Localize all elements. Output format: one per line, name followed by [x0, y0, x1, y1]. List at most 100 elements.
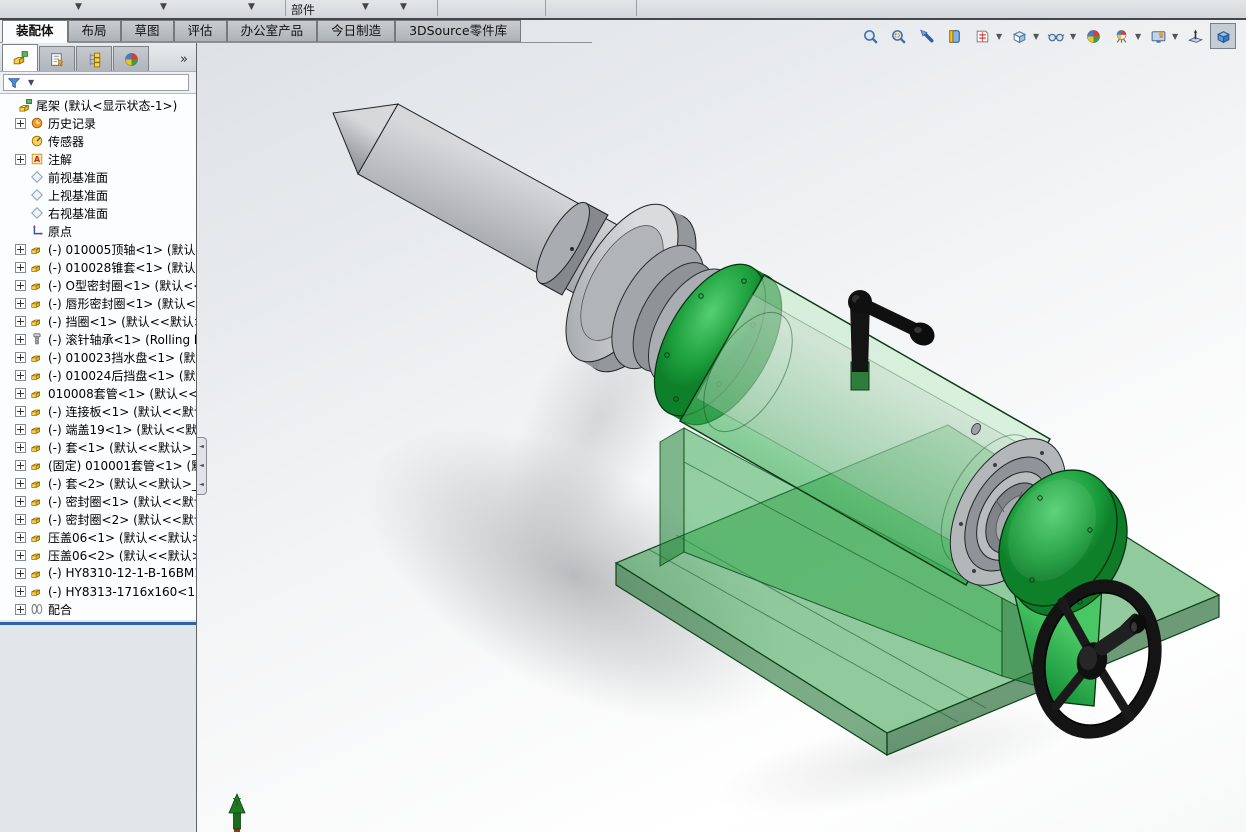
- tree-item-part[interactable]: (-) 密封圈<2> (默认<<默认>_显示状态 1>): [0, 510, 196, 528]
- panel-overflow-button[interactable]: »: [180, 52, 194, 71]
- part-icon: [29, 403, 45, 419]
- tree-item-part[interactable]: (-) 010024后挡盘<1> (默认<<默认>_显示状态 1>): [0, 366, 196, 384]
- tab-评估[interactable]: 评估: [173, 20, 227, 42]
- tree-item-plane[interactable]: 右视基准面: [0, 204, 196, 222]
- section-view-icon[interactable]: [941, 23, 967, 49]
- tree-item-annotation[interactable]: A 注解: [0, 150, 196, 168]
- apply-scene-icon[interactable]: [1108, 23, 1134, 49]
- dropdown-arrow-icon[interactable]: ▼: [362, 2, 369, 12]
- zoom-to-area-icon[interactable]: [885, 23, 911, 49]
- dropdown-arrow-icon[interactable]: ▼: [160, 2, 167, 12]
- expand-icon[interactable]: [15, 549, 26, 561]
- tree-item-assembly[interactable]: 尾架 (默认<显示状态-1>): [0, 96, 196, 114]
- expand-icon[interactable]: [15, 477, 26, 489]
- dropdown-arrow-icon[interactable]: ▼: [1070, 32, 1078, 41]
- tree-item-part[interactable]: (-) 套<2> (默认<<默认>_显示状态 1>): [0, 474, 196, 492]
- view-settings-icon[interactable]: [1145, 23, 1171, 49]
- panel-splitter-handle[interactable]: ◄ ◄ ◄: [197, 437, 207, 495]
- mates-icon: [29, 601, 45, 617]
- tree-item-mates[interactable]: 配合: [0, 600, 196, 618]
- dropdown-arrow-icon[interactable]: ▼: [75, 2, 82, 12]
- expand-icon[interactable]: [15, 531, 26, 543]
- expand-icon[interactable]: [15, 297, 26, 309]
- part-icon: [29, 439, 45, 455]
- zoom-to-fit-icon[interactable]: [857, 23, 883, 49]
- displaymanager-tab-icon[interactable]: [113, 46, 149, 71]
- view-cube-icon[interactable]: [1210, 23, 1236, 49]
- featuremanager-filter[interactable]: ▼: [0, 72, 196, 94]
- tree-item-part[interactable]: 压盖06<2> (默认<<默认>_显示状态 1>): [0, 546, 196, 564]
- edit-appearance-icon[interactable]: [1080, 23, 1106, 49]
- part-icon: [29, 547, 45, 563]
- expand-icon[interactable]: [15, 567, 26, 579]
- expand-icon[interactable]: [15, 405, 26, 417]
- tab-3DSource零件库[interactable]: 3DSource零件库: [395, 20, 522, 42]
- expand-icon[interactable]: [15, 513, 26, 525]
- dropdown-arrow-icon[interactable]: ▼: [1172, 32, 1180, 41]
- expand-icon[interactable]: [15, 333, 26, 345]
- dropdown-arrow-icon[interactable]: ▼: [996, 32, 1004, 41]
- tree-item-part[interactable]: (-) 连接板<1> (默认<<默认>_显示状态 1>): [0, 402, 196, 420]
- expand-icon[interactable]: [15, 369, 26, 381]
- expand-icon[interactable]: [15, 585, 26, 597]
- part-icon: [29, 295, 45, 311]
- tree-item-history[interactable]: 历史记录: [0, 114, 196, 132]
- tree-item-part[interactable]: (-) 密封圈<1> (默认<<默认>_显示状态 1>): [0, 492, 196, 510]
- tree-item-part[interactable]: (-) HY8310-12-1-B-16BM16<1>: [0, 564, 196, 582]
- tree-item-sensor[interactable]: 传感器: [0, 132, 196, 150]
- tree-item-part[interactable]: (-) 唇形密封圈<1> (默认<<默认>_显示状态 1>): [0, 294, 196, 312]
- graphics-viewport[interactable]: Y ▼ ▼ ▼ ▼ ▼ ▼: [197, 18, 1246, 832]
- expand-icon[interactable]: [15, 279, 26, 291]
- dropdown-arrow-icon[interactable]: ▼: [1135, 32, 1143, 41]
- 3d-drawing-view-icon[interactable]: [1182, 23, 1208, 49]
- dropdown-arrow-icon[interactable]: ▼: [1033, 32, 1041, 41]
- expand-icon[interactable]: [15, 351, 26, 363]
- tree-item-bolt[interactable]: (-) 滚针轴承<1> (Rolling bearing): [0, 330, 196, 348]
- model-3d-view[interactable]: Y: [197, 18, 1246, 832]
- expand-icon[interactable]: [15, 387, 26, 399]
- tree-item-part[interactable]: (-) HY8313-1716x160<1> (默认): [0, 582, 196, 600]
- expand-icon[interactable]: [15, 153, 26, 165]
- tree-item-part[interactable]: (-) O型密封圈<1> (默认<<默认>_显示状态 1>): [0, 276, 196, 294]
- tree-item-plane[interactable]: 前视基准面: [0, 168, 196, 186]
- tree-item-part[interactable]: (-) 端盖19<1> (默认<<默认>_显示状态 1>): [0, 420, 196, 438]
- tree-item-part[interactable]: (固定) 010001套管<1> (默认<<默认>_显示状态 1>): [0, 456, 196, 474]
- tree-item-part[interactable]: (-) 010023挡水盘<1> (默认<<默认>_显示状态 1>): [0, 348, 196, 366]
- tree-item-part[interactable]: (-) 010028锥套<1> (默认<<默认>_显示状态 1>): [0, 258, 196, 276]
- dropdown-arrow-icon[interactable]: ▼: [400, 2, 407, 12]
- panel-lower-pane: [0, 625, 196, 832]
- propertymanager-tab-icon[interactable]: [39, 46, 75, 71]
- view-orientation-icon[interactable]: [969, 23, 995, 49]
- featuremanager-tree-tab-icon[interactable]: [2, 44, 38, 71]
- tree-item-origin[interactable]: 原点: [0, 222, 196, 240]
- expand-icon[interactable]: [15, 603, 26, 615]
- expand-icon[interactable]: [15, 495, 26, 507]
- expand-icon[interactable]: [15, 441, 26, 453]
- expand-icon[interactable]: [15, 459, 26, 471]
- expand-icon: [15, 208, 26, 219]
- tab-草图[interactable]: 草图: [120, 20, 174, 42]
- previous-view-icon[interactable]: [913, 23, 939, 49]
- tree-item-part[interactable]: (-) 挡圈<1> (默认<<默认>_显示状态 1>): [0, 312, 196, 330]
- expand-icon[interactable]: [15, 117, 26, 129]
- tab-布局[interactable]: 布局: [67, 20, 121, 42]
- expand-icon[interactable]: [15, 423, 26, 435]
- tree-item-part[interactable]: (-) 套<1> (默认<<默认>_显示状态 1>): [0, 438, 196, 456]
- expand-icon[interactable]: [15, 261, 26, 273]
- tree-item-part[interactable]: (-) 010005顶轴<1> (默认<<默认>_显示状态 1>): [0, 240, 196, 258]
- tree-item-part[interactable]: 压盖06<1> (默认<<默认>_显示状态 1>): [0, 528, 196, 546]
- solidworks-window: 部件 ▼ ▼ ▼ ▼ ▼ 装配体 布局 草图 评估 办公室产品 今日制造 3DSourc…: [0, 0, 1246, 832]
- tree-item-plane[interactable]: 上视基准面: [0, 186, 196, 204]
- tab-装配体[interactable]: 装配体: [2, 20, 68, 43]
- configurationmanager-tab-icon[interactable]: [76, 46, 112, 71]
- tab-今日制造[interactable]: 今日制造: [317, 20, 396, 42]
- part-icon: [29, 349, 45, 365]
- dropdown-arrow-icon[interactable]: ▼: [248, 2, 255, 12]
- display-style-icon[interactable]: [1006, 23, 1032, 49]
- tab-办公室产品[interactable]: 办公室产品: [226, 20, 318, 42]
- filter-dropdown-icon[interactable]: ▼: [28, 78, 34, 87]
- expand-icon[interactable]: [15, 243, 26, 255]
- tree-item-part[interactable]: 010008套管<1> (默认<<默认>_显示状态 1>): [0, 384, 196, 402]
- hide-show-items-icon[interactable]: [1043, 23, 1069, 49]
- expand-icon[interactable]: [15, 315, 26, 327]
